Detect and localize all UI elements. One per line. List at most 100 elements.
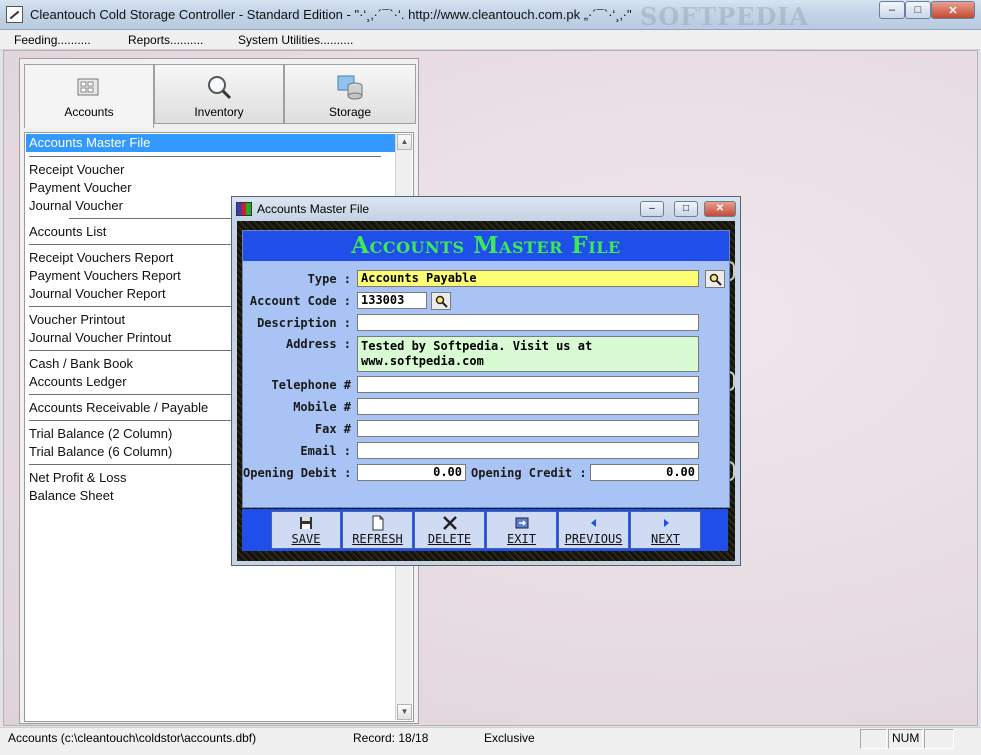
tab-storage[interactable]: Storage	[284, 64, 416, 124]
exit-button-label: EXIT	[507, 532, 536, 546]
exit-door-icon	[515, 517, 528, 529]
delete-button-label: DELETE	[427, 532, 472, 546]
scroll-up-arrow-icon[interactable]: ▲	[397, 134, 412, 150]
refresh-button-label: REFRESH	[352, 532, 403, 546]
form-header: Accounts Master File	[243, 231, 729, 261]
next-button[interactable]: NEXT	[630, 511, 701, 549]
exit-button[interactable]: EXIT	[486, 511, 557, 549]
status-mode: Exclusive	[484, 731, 535, 745]
list-item[interactable]: Journal Voucher Report	[29, 286, 166, 301]
list-item[interactable]: Net Profit & Loss	[29, 470, 127, 485]
list-item[interactable]: Payment Voucher	[29, 180, 132, 195]
opening-credit-field[interactable]: 0.00	[590, 464, 699, 481]
dialog-title: Accounts Master File	[257, 202, 370, 216]
next-button-label: NEXT	[651, 532, 680, 546]
blank-page-icon	[372, 515, 383, 531]
app-icon	[6, 6, 23, 23]
status-num: NUM	[892, 731, 920, 745]
list-item-selected-label: Accounts Master File	[29, 135, 151, 150]
status-file-path: Accounts (c:\cleantouch\coldstor\account…	[8, 731, 257, 745]
status-record: Record: 18/18	[353, 731, 429, 745]
type-label: Type :	[307, 272, 351, 286]
minimize-button[interactable]: –	[879, 1, 905, 19]
refresh-button[interactable]: REFRESH	[342, 511, 413, 549]
search-icon	[435, 295, 448, 308]
close-button[interactable]: ✕	[931, 1, 975, 19]
list-item[interactable]: Trial Balance (6 Column)	[29, 444, 172, 459]
tab-accounts-label: Accounts	[64, 105, 114, 119]
calculator-icon	[77, 78, 99, 96]
status-bar: Accounts (c:\cleantouch\coldstor\account…	[0, 727, 981, 755]
form-header-title: Accounts Master File	[351, 232, 621, 259]
list-item[interactable]: Payment Vouchers Report	[29, 268, 181, 283]
status-panel-caps	[860, 729, 887, 749]
save-button[interactable]: SAVE	[271, 511, 341, 549]
list-item[interactable]: Cash / Bank Book	[29, 356, 133, 371]
list-item-selected[interactable]: Accounts Master File	[26, 134, 396, 152]
list-divider	[29, 156, 381, 157]
account-code-field[interactable]: 133003	[357, 292, 427, 309]
account-code-lookup-button[interactable]	[431, 292, 451, 310]
list-item[interactable]: Receipt Voucher	[29, 162, 124, 177]
save-button-label: SAVE	[291, 532, 321, 546]
account-code-label: Account Code :	[249, 294, 351, 308]
list-item[interactable]: Receipt Vouchers Report	[29, 250, 174, 265]
address-field[interactable]: Tested by Softpedia. Visit us at www.sof…	[357, 336, 699, 372]
list-item[interactable]: Journal Voucher Printout	[29, 330, 171, 345]
list-item[interactable]: Accounts Ledger	[29, 374, 127, 389]
description-field[interactable]	[357, 314, 699, 331]
telephone-label: Telephone #	[271, 378, 351, 392]
mobile-label: Mobile #	[293, 400, 351, 414]
dialog-title-bar: Accounts Master File – □ ✕	[232, 197, 740, 221]
delete-button[interactable]: DELETE	[414, 511, 485, 549]
type-field[interactable]: Accounts Payable	[357, 270, 699, 287]
previous-button-label: PREVIOUS	[564, 532, 623, 546]
list-item[interactable]: Accounts List	[29, 224, 106, 239]
fax-field[interactable]	[357, 420, 699, 437]
search-icon	[709, 273, 722, 286]
magnifier-icon	[208, 76, 232, 100]
scroll-down-arrow-icon[interactable]: ▼	[397, 704, 412, 720]
email-label: Email :	[300, 444, 351, 458]
left-arrow-icon	[590, 519, 596, 527]
accounts-master-file-dialog: Accounts Master File – □ ✕ Accounts Mast…	[231, 196, 741, 566]
status-panel-scroll	[924, 729, 954, 749]
list-item[interactable]: Balance Sheet	[29, 488, 114, 503]
floppy-disk-icon	[300, 517, 312, 529]
list-item[interactable]: Journal Voucher	[29, 198, 123, 213]
dialog-maximize-button[interactable]: □	[674, 201, 698, 217]
type-lookup-button[interactable]	[705, 270, 725, 288]
menu-system-utilities[interactable]: System Utilities..........	[238, 33, 353, 47]
list-item[interactable]: Accounts Receivable / Payable	[29, 400, 208, 415]
email-field[interactable]	[357, 442, 699, 459]
tab-inventory-label: Inventory	[194, 105, 244, 119]
window-title: Cleantouch Cold Storage Controller - Sta…	[30, 7, 632, 22]
fax-label: Fax #	[314, 422, 351, 436]
opening-debit-field[interactable]: 0.00	[357, 464, 466, 481]
tab-accounts[interactable]: Accounts	[24, 64, 154, 128]
mobile-field[interactable]	[357, 398, 699, 415]
menu-reports[interactable]: Reports..........	[128, 33, 203, 47]
dialog-close-button[interactable]: ✕	[704, 201, 736, 217]
telephone-field[interactable]	[357, 376, 699, 393]
list-item[interactable]: Voucher Printout	[29, 312, 125, 327]
database-icon	[337, 75, 363, 100]
opening-debit-label: Opening Debit :	[243, 466, 352, 480]
form-panel: Accounts Master File Type : Accounts Pay…	[242, 230, 730, 508]
main-title-bar: Cleantouch Cold Storage Controller - Sta…	[0, 0, 981, 31]
opening-credit-label: Opening Credit :	[471, 466, 587, 480]
dialog-minimize-button[interactable]: –	[640, 201, 664, 217]
menu-feeding[interactable]: Feeding..........	[14, 33, 91, 47]
tab-storage-label: Storage	[328, 105, 372, 119]
tab-inventory[interactable]: Inventory	[154, 64, 284, 124]
record-toolbar: SAVE REFRESH DELETE EXIT PREVIOUS NEXT	[242, 509, 728, 551]
menu-bar: Feeding.......... Reports.......... Syst…	[0, 30, 981, 50]
right-arrow-icon	[663, 519, 669, 527]
dialog-app-icon	[236, 202, 252, 216]
delete-x-icon	[442, 516, 457, 530]
list-item[interactable]: Trial Balance (2 Column)	[29, 426, 172, 441]
softpedia-watermark: SOFTPEDIA	[640, 2, 810, 31]
maximize-button[interactable]: □	[905, 1, 931, 19]
description-label: Description :	[257, 316, 351, 330]
previous-button[interactable]: PREVIOUS	[558, 511, 629, 549]
